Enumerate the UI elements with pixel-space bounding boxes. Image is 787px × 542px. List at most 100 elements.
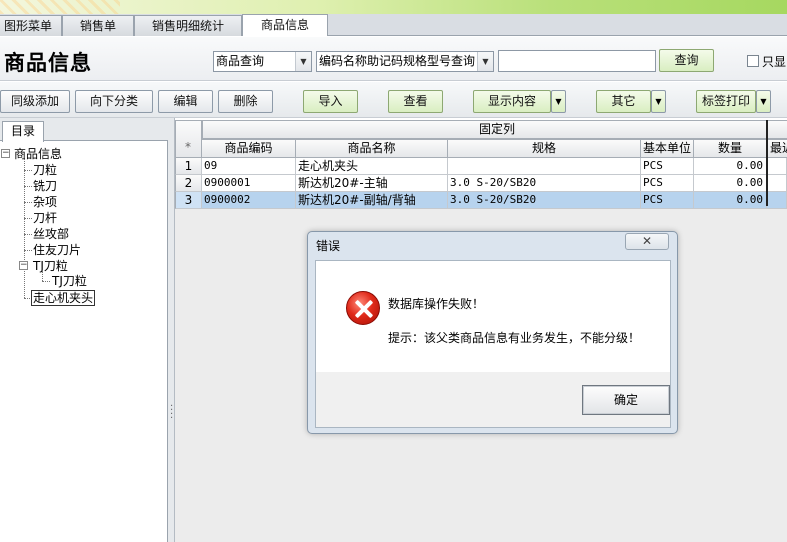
category-tree-panel: 目录 − 商品信息 刀粒 铣刀 杂项 刀杆 丝攻部 住友刀片 − TJ刀粒 TJ… xyxy=(0,118,168,542)
query-header: 商品信息 商品查询 ▼ 编码名称助记码规格型号查询 ▼ 查询 只显 xyxy=(0,37,787,81)
only-show-checkbox[interactable] xyxy=(747,55,759,67)
cell-spec[interactable]: 3.0 S-20/SB20 xyxy=(448,175,641,192)
query-type-select[interactable]: 商品查询 ▼ xyxy=(213,51,312,72)
cell-name[interactable]: 走心机夹头 xyxy=(296,158,448,175)
page-title: 商品信息 xyxy=(4,51,92,75)
query-button[interactable]: 查询 xyxy=(659,49,714,72)
error-dialog: 错误 ✕ 数据库操作失败！ 提示：该父类商品信息有业务发生，不能分级！ 确定 xyxy=(307,231,678,434)
cell-qty[interactable]: 0.00 xyxy=(694,175,767,192)
query-type-value: 商品查询 xyxy=(216,54,265,68)
row-number: 3 xyxy=(175,192,202,209)
error-icon xyxy=(346,291,380,325)
tree-node-selected[interactable]: 走心机夹头 xyxy=(31,290,96,306)
tree-tab-strip: 目录 xyxy=(0,118,168,142)
column-header[interactable]: 基本单位 xyxy=(641,139,694,158)
tree-node[interactable]: 住友刀片 xyxy=(33,243,81,257)
dialog-title: 错误 xyxy=(316,239,341,253)
column-header[interactable]: 最近 xyxy=(767,139,787,158)
chevron-down-icon[interactable]: ▼ xyxy=(651,90,666,113)
import-button[interactable]: 导入 xyxy=(303,90,358,113)
cell-qty[interactable]: 0.00 xyxy=(694,192,767,209)
add-subcategory-button[interactable]: 向下分类 xyxy=(75,90,153,113)
query-fields-value: 编码名称助记码规格型号查询 xyxy=(319,54,476,68)
tab-graphic-menu[interactable]: 图形菜单 xyxy=(0,15,62,36)
column-header[interactable]: 商品编码 xyxy=(202,139,296,158)
collapse-icon[interactable]: − xyxy=(1,149,10,158)
other-button[interactable]: 其它 xyxy=(596,90,651,113)
error-hint: 提示：该父类商品信息有业务发生，不能分级！ xyxy=(388,331,641,345)
dialog-footer: 确定 xyxy=(315,372,671,428)
show-content-button[interactable]: 显示内容 xyxy=(473,90,551,113)
tab-directory[interactable]: 目录 xyxy=(2,121,44,142)
document-tab-bar: 图形菜单 销售单 销售明细统计 商品信息 xyxy=(0,14,787,36)
row-number: 1 xyxy=(175,158,202,175)
close-icon[interactable]: ✕ xyxy=(625,233,669,250)
chevron-down-icon[interactable]: ▼ xyxy=(756,90,771,113)
tree-connector xyxy=(24,234,32,235)
chevron-down-icon[interactable]: ▼ xyxy=(295,52,311,71)
chevron-down-icon[interactable]: ▼ xyxy=(551,90,566,113)
tree-connector xyxy=(42,281,50,282)
cell-recent[interactable] xyxy=(767,158,787,175)
cell-unit[interactable]: PCS xyxy=(641,192,694,209)
table-row-selected[interactable]: 3 0900002 斯达机20#-副轴/背轴 3.0 S-20/SB20 PCS… xyxy=(175,192,787,209)
add-same-level-button[interactable]: 同级添加 xyxy=(0,90,70,113)
tab-sales-order[interactable]: 销售单 xyxy=(62,15,134,36)
row-number: 2 xyxy=(175,175,202,192)
query-fields-select[interactable]: 编码名称助记码规格型号查询 ▼ xyxy=(316,51,494,72)
tree-node[interactable]: 刀杆 xyxy=(33,211,57,225)
chevron-down-icon[interactable]: ▼ xyxy=(477,52,493,71)
tree-node[interactable]: 杂项 xyxy=(33,195,57,209)
tab-product-info[interactable]: 商品信息 xyxy=(242,14,328,36)
fixed-columns-header: 固定列 xyxy=(202,120,787,139)
panel-splitter[interactable] xyxy=(168,118,175,542)
grid-corner[interactable]: * xyxy=(175,120,202,158)
edit-button[interactable]: 编辑 xyxy=(158,90,213,113)
ok-button[interactable]: 确定 xyxy=(582,385,670,415)
only-show-label: 只显 xyxy=(762,55,787,69)
tree-node[interactable]: 丝攻部 xyxy=(33,227,69,241)
cell-spec[interactable] xyxy=(448,158,641,175)
column-header[interactable]: 数量 xyxy=(694,139,767,158)
frozen-column-divider xyxy=(766,120,768,206)
tree-node[interactable]: 铣刀 xyxy=(33,179,57,193)
cell-spec[interactable]: 3.0 S-20/SB20 xyxy=(448,192,641,209)
tree-connector xyxy=(24,218,32,219)
grip-icon[interactable]: · · · · xyxy=(170,402,173,424)
error-message: 数据库操作失败！ xyxy=(388,297,485,311)
cell-unit[interactable]: PCS xyxy=(641,158,694,175)
cell-recent[interactable] xyxy=(767,192,787,209)
row-header-marker: * xyxy=(185,140,191,154)
tree-connector xyxy=(24,186,32,187)
tree-node[interactable]: TJ刀粒 xyxy=(33,259,68,273)
collapse-icon[interactable]: − xyxy=(19,261,28,270)
cell-code[interactable]: 0900002 xyxy=(202,192,296,209)
tree-connector xyxy=(24,250,32,251)
view-button[interactable]: 查看 xyxy=(388,90,443,113)
top-decorative-strip xyxy=(0,0,787,14)
tree-node-root[interactable]: 商品信息 xyxy=(14,147,62,161)
delete-button[interactable]: 删除 xyxy=(218,90,273,113)
tree-connector xyxy=(24,202,32,203)
column-header[interactable]: 规格 xyxy=(448,139,641,158)
tree-connector xyxy=(24,170,32,171)
toolbar: 同级添加 向下分类 编辑 删除 导入 查看 显示内容 ▼ 其它 ▼ 标签打印 ▼ xyxy=(0,82,787,118)
tree-connector xyxy=(24,158,25,298)
cell-recent[interactable] xyxy=(767,175,787,192)
tab-sales-detail-stats[interactable]: 销售明细统计 xyxy=(134,15,242,36)
table-row[interactable]: 1 09 走心机夹头 PCS 0.00 xyxy=(175,158,787,175)
tree-node-child[interactable]: TJ刀粒 xyxy=(52,274,87,288)
tree-connector xyxy=(42,271,43,281)
search-input[interactable] xyxy=(498,50,656,72)
cell-unit[interactable]: PCS xyxy=(641,175,694,192)
table-row[interactable]: 2 0900001 斯达机20#-主轴 3.0 S-20/SB20 PCS 0.… xyxy=(175,175,787,192)
tree-node[interactable]: 刀粒 xyxy=(33,163,57,177)
cell-name[interactable]: 斯达机20#-主轴 xyxy=(296,175,448,192)
cell-code[interactable]: 0900001 xyxy=(202,175,296,192)
column-header[interactable]: 商品名称 xyxy=(296,139,448,158)
cell-code[interactable]: 09 xyxy=(202,158,296,175)
cell-qty[interactable]: 0.00 xyxy=(694,158,767,175)
label-print-button[interactable]: 标签打印 xyxy=(696,90,756,113)
dialog-body: 数据库操作失败！ 提示：该父类商品信息有业务发生，不能分级！ xyxy=(315,260,671,372)
cell-name[interactable]: 斯达机20#-副轴/背轴 xyxy=(296,192,448,209)
